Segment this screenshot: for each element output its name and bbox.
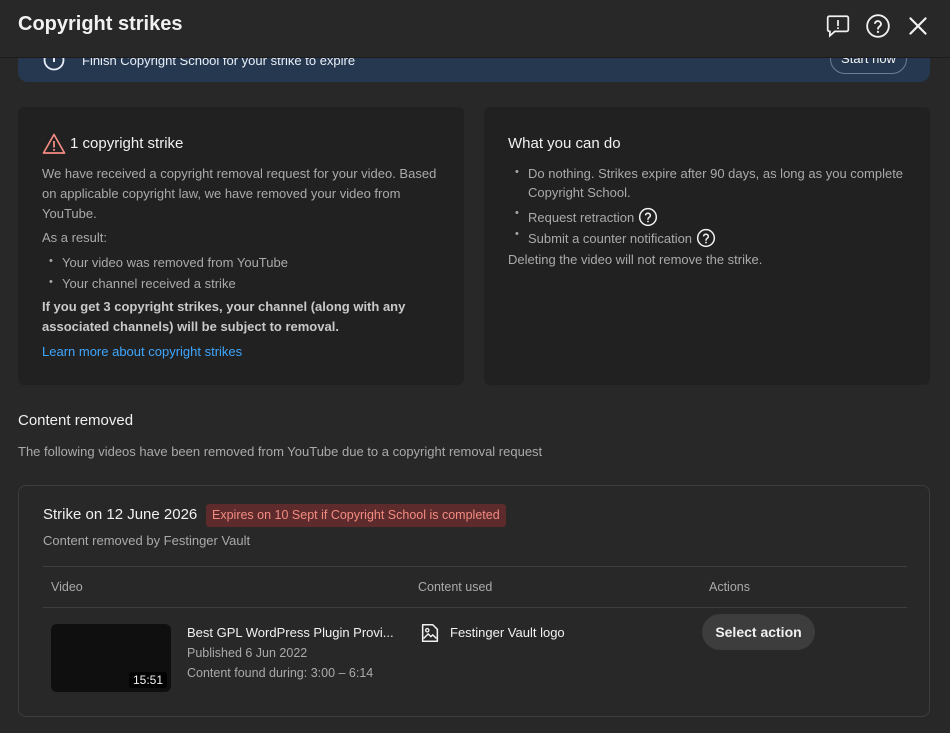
strike-summary-card: 1 copyright strike We have received a co… (18, 107, 464, 385)
strike-date-title: Strike on 12 June 2026 (43, 506, 198, 523)
deleting-note: Deleting the video will not remove the s… (508, 252, 763, 267)
column-header-actions: Actions (709, 580, 750, 594)
close-icon[interactable] (905, 13, 931, 39)
divider (43, 607, 907, 608)
what-you-can-do-title: What you can do (508, 135, 621, 152)
result-item: Your channel received a strike (49, 276, 236, 291)
column-header-content-used: Content used (418, 580, 493, 594)
column-header-video: Video (51, 580, 83, 594)
feedback-icon[interactable] (825, 13, 851, 39)
video-title[interactable]: Best GPL WordPress Plugin Provi... (187, 625, 394, 640)
strike-detail-card: Strike on 12 June 2026 Expires on 10 Sep… (18, 485, 930, 717)
learn-more-link[interactable]: Learn more about copyright strikes (42, 344, 242, 359)
divider (43, 566, 907, 567)
request-retraction-label[interactable]: Request retraction (528, 210, 634, 225)
video-content-found: Content found during: 3:00 – 6:14 (187, 666, 374, 680)
video-published: Published 6 Jun 2022 (187, 646, 308, 660)
video-duration: 15:51 (128, 672, 167, 688)
strike-count-title: 1 copyright strike (70, 135, 184, 152)
strike-paragraph-line-3: YouTube. (42, 206, 97, 221)
option-request-retraction: Request retraction (515, 207, 658, 227)
select-action-button[interactable]: Select action (702, 614, 815, 650)
content-used-label: Festinger Vault logo (450, 625, 565, 640)
content-removed-title: Content removed (18, 412, 134, 429)
expiry-badge: Expires on 10 Sept if Copyright School i… (206, 504, 506, 527)
dialog-header: Copyright strikes (0, 0, 950, 58)
removed-by-text: Content removed by Festinger Vault (43, 533, 251, 548)
strike-paragraph-line-2: on applicable copyright law, we have rem… (42, 186, 401, 201)
help-icon[interactable] (638, 207, 658, 227)
option-do-nothing: Do nothing. Strikes expire after 90 days… (515, 166, 903, 181)
option-do-nothing-cont: Copyright School. (528, 185, 631, 200)
result-label: As a result: (42, 230, 108, 245)
what-you-can-do-card: What you can do Do nothing. Strikes expi… (484, 107, 930, 385)
video-thumbnail[interactable]: 15:51 (51, 624, 171, 692)
warning-icon (42, 132, 66, 156)
result-item: Your video was removed from YouTube (49, 255, 288, 270)
image-icon (419, 622, 441, 644)
help-icon[interactable] (696, 228, 716, 248)
content-removed-description: The following videos have been removed f… (18, 444, 543, 459)
help-icon[interactable] (865, 13, 891, 39)
counter-notification-label[interactable]: Submit a counter notification (528, 231, 692, 246)
dialog-title: Copyright strikes (18, 13, 183, 35)
strike-paragraph-line-1: We have received a copyright removal req… (42, 166, 437, 181)
option-counter-notification: Submit a counter notification (515, 228, 716, 248)
warning-line-1: If you get 3 copyright strikes, your cha… (42, 299, 406, 314)
warning-line-2: associated channels) will be subject to … (42, 319, 339, 334)
